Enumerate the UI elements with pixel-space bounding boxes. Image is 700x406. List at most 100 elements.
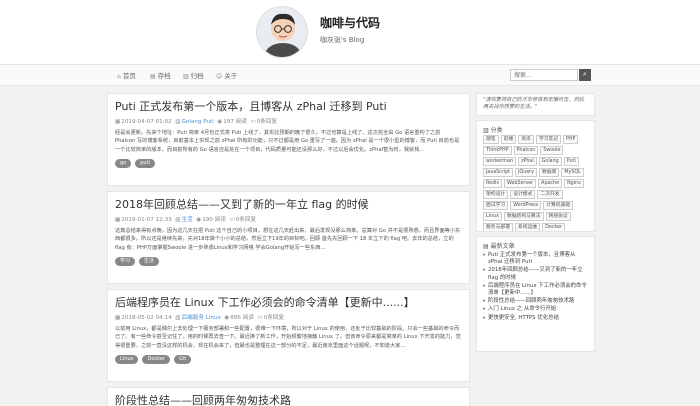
post-title[interactable]: 后端程序员在 Linux 下工作必须会的命令清单【更新中......】 [115,296,462,310]
recent-post-link[interactable]: 后端程序员在 Linux 下工作必须会的命令清单【更新中......】 [483,283,588,297]
tag-cloud-item[interactable]: PHP [563,135,579,144]
tag-cloud-item[interactable]: WebServer [503,179,537,188]
tag-cloud-item[interactable]: 数据结构与算法 [503,212,544,221]
post-title[interactable]: 阶段性总结——回顾两年匆匆技术路 [115,394,462,406]
calendar-icon: ▦ [115,315,121,321]
post-excerpt: 经是会更新。先来个地址：Puti 简单 4月份正式将 Puti 上线了，其实比预… [115,130,460,153]
post-card: 阶段性总结——回顾两年匆匆技术路 [107,387,470,406]
tag-cloud-item[interactable]: 系统运维 [515,223,541,231]
tag-cloud-item[interactable]: ThinkPHP [483,146,512,155]
post-card: 2018年回顾总结——又到了新的一年立 flag 的时候 ▦2019-01-07… [107,191,470,284]
search-input[interactable] [510,69,578,81]
post-tag[interactable]: go [115,158,132,168]
post-views: 190 阅读 [202,217,226,223]
post-excerpt: 以前用 Linux，都是偶尔上去处理一下服务部署和一些配置，很难一下环境，所以对… [115,326,461,349]
nav-item-label: 关于 [224,72,238,80]
tag-cloud-item[interactable]: 设计模式 [510,190,536,199]
post-date: 2019-04-07 01:02 [121,119,172,125]
nav-item-label: 归档 [190,72,204,80]
post-category[interactable]: 生活 [182,217,193,223]
post-title[interactable]: 2018年回顾总结——又到了新的一年立 flag 的时候 [115,198,462,212]
tag-cloud-item[interactable]: 计算机基础 [543,201,574,210]
nav-item-home[interactable]: ⌂ 首页 [117,70,136,80]
tag-cloud-item[interactable]: Apache [538,179,563,188]
recent-post-link[interactable]: 2018年回顾总结——又到了新的一年立 flag 的时候 [483,267,588,281]
site-subtitle: 咖灰张's Blog [320,36,365,44]
tag-cloud-item[interactable]: 二次开发 [537,190,563,199]
post-tag[interactable]: Git [174,354,192,364]
post-tag[interactable]: Linux [115,354,139,364]
tag-cloud-item[interactable]: zPhal [517,157,537,166]
post-tags: 学习 生活 [115,256,462,266]
tag-cloud-card: ▥ 分类 随笔 前端 资讯 学习笔记 PHP ThinkPHP Phalcon Swoole wo… [476,120,595,232]
eye-icon: ◉ [224,315,230,321]
tag-cloud-item[interactable]: 数据库 [538,168,560,177]
post-date: 2018-05-02 04:14 [121,315,172,321]
comment-icon: ▭ [250,119,256,125]
tag-cloud-item[interactable]: 前端 [500,135,517,144]
recent-post-link[interactable]: 阶段性总结——回顾两年匆匆技术路 [483,298,588,305]
tag-cloud-item[interactable]: Phalcon [513,146,539,155]
tag-cloud-item[interactable]: 网络协议 [545,212,571,221]
recent-post-link[interactable]: Puti 正式发布第一个版本，且博客从 zPhal 迁移到 Puti [483,252,588,266]
tag-cloud-item[interactable]: 随笔 [483,135,499,144]
post-comments[interactable]: 0条回复 [257,119,277,125]
post-tags: go puti [115,158,462,168]
site-header: 咖啡与代码 咖灰张's Blog [0,0,700,64]
nav-item-categories[interactable]: ▥ 归档 [183,70,204,80]
post-category[interactable]: Golang Puti [182,119,214,125]
tag-cloud-item[interactable]: Linux [483,212,502,221]
recent-post-link[interactable]: 更快更安全, HTTPS 优化总结 [483,315,588,322]
post-category[interactable]: 后端服务 Linux [182,315,221,321]
post-card: Puti 正式发布第一个版本，且博客从 zPhal 迁移到 Puti ▦2019… [107,93,470,186]
post-tag[interactable]: puti [135,158,155,168]
tag-cloud-item[interactable]: Puti [563,157,579,166]
card-title: 最新文章 [490,243,515,250]
card-header: ▤ 最新文章 [477,237,594,250]
post-tag[interactable]: 学习 [115,256,136,266]
tag-cloud-item[interactable]: JavaScript [483,168,514,177]
tag-cloud-item[interactable]: Redis [483,179,502,188]
folder-icon: ▥ [183,73,189,80]
tag-cloud-item[interactable]: 学习笔记 [535,135,562,144]
tag-cloud-item[interactable]: 服务与部署 [483,223,513,231]
tag-cloud: 随笔 前端 资讯 学习笔记 PHP ThinkPHP Phalcon Swoole worker… [477,133,594,231]
post-meta: ▦2019-01-07 12:33 ▥生活 ◉190 阅读 ▭0条回复 [115,217,462,224]
post-tags: Linux Docker Git [115,354,462,364]
tag-cloud-item[interactable]: jQuery [515,168,537,177]
post-comments[interactable]: 0条回复 [236,217,256,223]
tag-cloud-item[interactable]: WordPress [510,201,542,210]
tag-cloud-item[interactable]: workerman [483,157,516,166]
avatar[interactable] [256,6,308,58]
site-title[interactable]: 咖啡与代码 [320,14,380,31]
tag-cloud-item[interactable]: Nginx [564,179,584,188]
tag-cloud-item[interactable]: Docker [542,223,565,231]
nav-item-archive[interactable]: ▤ 存档 [150,70,171,80]
post-tag[interactable]: Docker [142,354,170,364]
recent-post-link[interactable]: 入门 Linux 之 从命令行开始 [483,306,588,313]
archive-icon: ▤ [150,73,156,80]
main-nav: ⌂ 首页 ▤ 存档 ▥ 归档 ☺ 关于 [0,64,700,86]
post-card: 后端程序员在 Linux 下工作必须会的命令清单【更新中......】 ▦201… [107,289,470,382]
calendar-icon: ▦ [115,217,121,223]
tag-cloud-item[interactable]: 资讯 [518,135,534,144]
card-header: ▥ 分类 [477,121,594,134]
post-title[interactable]: Puti 正式发布第一个版本，且博客从 zPhal 迁移到 Puti [115,100,462,114]
card-title: 分类 [490,127,503,134]
post-views: 886 阅读 [230,315,254,321]
tag-cloud-item[interactable]: 架构设计 [483,190,509,199]
post-comments[interactable]: 0条回复 [264,315,284,321]
tag-cloud-item[interactable]: Swoole [540,146,564,155]
nav-item-label: 存档 [157,72,171,80]
tag-cloud-item[interactable]: MySQL [561,168,584,177]
nav-item-about[interactable]: ☺ 关于 [216,70,237,80]
recent-posts-list: Puti 正式发布第一个版本，且博客从 zPhal 迁移到 Puti2018年回… [477,249,594,322]
folder-icon: ▥ [175,217,181,223]
calendar-icon: ▦ [115,119,121,125]
tag-cloud-item[interactable]: 面试学习 [483,201,509,210]
post-tag[interactable]: 生活 [139,256,160,266]
folder-icon: ▥ [175,315,181,321]
search-button[interactable]: ⌕ [579,69,591,81]
nav-item-label: 首页 [122,72,136,80]
tag-cloud-item[interactable]: Golang [538,157,562,166]
